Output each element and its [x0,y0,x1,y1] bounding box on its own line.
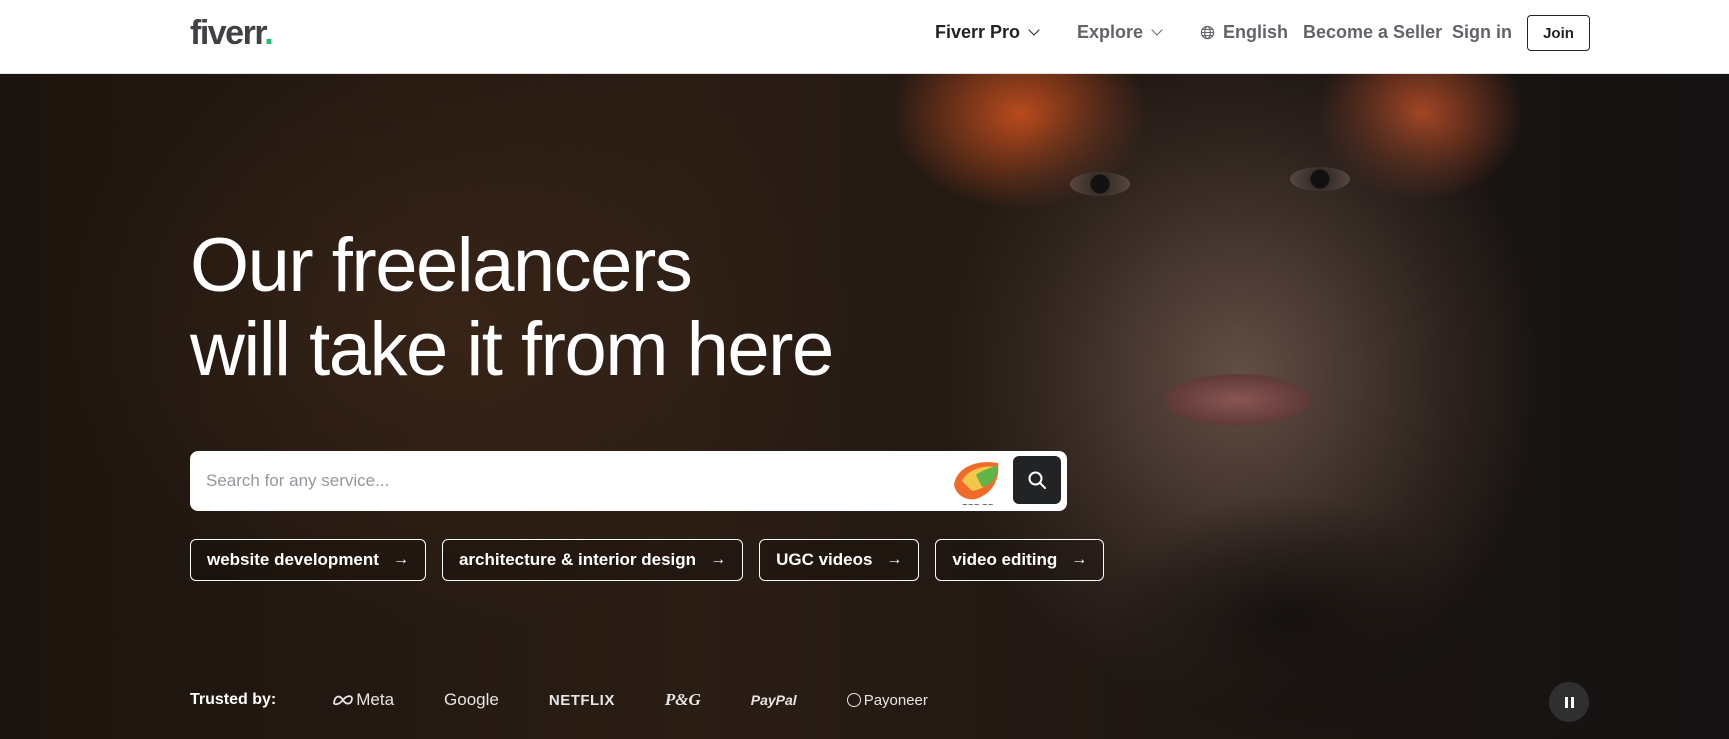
site-header: fiverr. Fiverr Pro Explore English Becom… [0,0,1729,74]
pause-video-button[interactable] [1549,682,1589,722]
fiverr-logo[interactable]: fiverr. [190,14,274,53]
hero-image-lips [1165,374,1310,426]
hero-headline-line2: will take it from here [190,307,834,392]
nav-language[interactable]: English [1200,22,1288,43]
arrow-right-icon: → [1071,551,1088,568]
nav-fiverr-pro-label: Fiverr Pro [935,22,1021,42]
hero-image-eye-right [1290,167,1350,191]
chip-website-development[interactable]: website development → [190,539,426,581]
payoneer-ring-icon [846,693,861,707]
arrow-right-icon: → [392,551,409,568]
popular-searches: website development → architecture & int… [190,539,1105,581]
join-button-label: Join [1543,24,1574,42]
trusted-by-bar: Trusted by: Meta Google NETFLIX P&G PayP… [190,686,978,714]
trusted-by-label: Trusted by: [190,691,277,708]
meta-infinity-icon [333,695,354,706]
nav-fiverr-pro[interactable]: Fiverr Pro [935,22,1040,43]
chip-ugc-videos[interactable]: UGC videos → [759,539,920,581]
arrow-right-icon: → [710,551,727,568]
svg-text:~~~ ~~: ~~~ ~~ [962,501,994,509]
globe-icon [1200,25,1215,40]
search-icon [1028,471,1046,489]
hero-background-video [0,74,1729,739]
chevron-down-icon [1151,24,1163,36]
chip-label: video editing [952,550,1058,569]
nav-explore-label: Explore [1077,22,1144,42]
payoneer-logo: Payoneer [846,691,928,709]
nav-explore[interactable]: Explore [1077,22,1163,43]
hero-section: Our freelancers will take it from here ~… [0,74,1729,739]
hero-headline: Our freelancers will take it from here [190,223,834,392]
hero-headline-line1: Our freelancers [190,223,693,308]
nav-language-label: English [1223,22,1289,42]
search-bar: ~~~ ~~ [190,451,1067,511]
chip-label: architecture & interior design [458,550,697,569]
join-button[interactable]: Join [1527,15,1590,51]
google-logo: Google [444,690,499,709]
hero-image-shade [1100,494,1480,739]
nav-become-seller-label: Become a Seller [1303,22,1443,42]
chevron-down-icon [1028,24,1040,36]
nav-become-seller[interactable]: Become a Seller [1303,22,1442,43]
arrow-right-icon: → [886,551,903,568]
meta-logo: Meta [332,690,394,710]
pause-icon [1563,696,1575,708]
logo-dot: . [264,14,273,52]
netflix-logo: NETFLIX [548,691,615,709]
search-button[interactable] [1013,456,1061,504]
pg-logo: P&G [664,690,701,709]
nav-sign-in[interactable]: Sign in [1452,22,1512,43]
chip-architecture-interior-design[interactable]: architecture & interior design → [441,539,744,581]
search-input[interactable] [206,451,926,511]
browser-extension-badge-icon: ~~~ ~~ [954,462,999,509]
logo-text: fiverr [190,14,266,52]
chip-label: website development [207,550,379,569]
paypal-logo: PayPal [750,692,797,708]
meta-logo-text: Meta [356,690,395,709]
nav-sign-in-label: Sign in [1452,22,1512,42]
chip-label: UGC videos [776,550,873,569]
hero-image-eye-left [1070,172,1130,196]
chip-video-editing[interactable]: video editing → [935,539,1105,581]
payoneer-logo-text: Payoneer [863,691,928,709]
